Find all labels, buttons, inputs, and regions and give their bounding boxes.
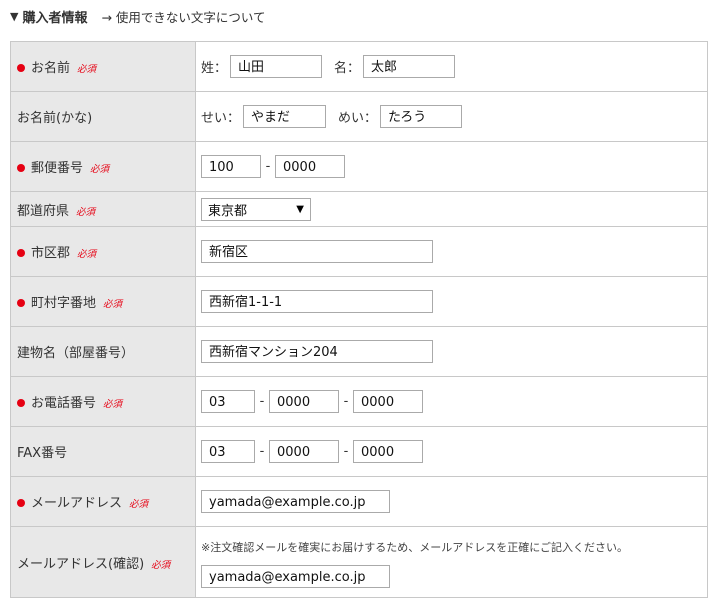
label-email: メールアドレス: [31, 496, 123, 511]
row-city: 市区郡 必須 新宿区: [10, 226, 708, 277]
label-cell-town: 町村字番地 必須: [10, 276, 196, 327]
phone-separator: -: [259, 394, 265, 409]
required-badge: 必須: [77, 64, 97, 75]
row-phone: お電話番号 必須 03-0000-0000: [10, 376, 708, 427]
fax-separator: -: [259, 444, 265, 459]
value-cell-prefecture: 東京都 ▼: [195, 191, 708, 227]
required-badge: 必須: [90, 164, 110, 175]
label-cell-fax: FAX番号: [10, 426, 196, 477]
phone-part2-input[interactable]: 0000: [269, 390, 339, 413]
row-name: お名前 必須 姓： 山田 名： 太郎: [10, 41, 708, 92]
required-badge: 必須: [103, 299, 123, 310]
label-building: 建物名（部屋番号）: [17, 346, 135, 361]
purchaser-form-table: お名前 必須 姓： 山田 名： 太郎 お名前(かな) せい： やまだ めい： たろう 郵便番号…: [10, 41, 708, 598]
prefecture-select[interactable]: 東京都 ▼: [201, 197, 311, 221]
required-dot-icon: [17, 398, 25, 407]
value-cell-phone: 03-0000-0000: [195, 376, 708, 427]
section-title: 購入者情報: [22, 10, 88, 26]
mei-prefix: 名：: [334, 61, 361, 76]
required-badge: 必須: [151, 559, 171, 571]
row-email: メールアドレス 必須 yamada@example.co.jp: [10, 476, 708, 527]
postal-code-part2-input[interactable]: 0000: [275, 155, 345, 178]
value-cell-email-confirm: ※注文確認メールを確実にお届けするため、メールアドレスを正確にご記入ください。 …: [195, 526, 708, 598]
label-cell-kana: お名前(かな): [10, 91, 196, 142]
label-kana: お名前(かな): [17, 111, 93, 126]
first-name-kana-input[interactable]: たろう: [380, 105, 463, 128]
label-prefecture: 都道府県: [17, 203, 70, 219]
value-cell-name: 姓： 山田 名： 太郎: [195, 41, 708, 92]
required-dot-icon: [17, 63, 25, 72]
row-fax: FAX番号 03-0000-0000: [10, 426, 708, 477]
label-cell-name: お名前 必須: [10, 41, 196, 92]
email-confirm-input[interactable]: yamada@example.co.jp: [201, 565, 390, 588]
section-header: ▼ 購入者情報 → 使用できない文字について: [10, 6, 266, 26]
row-prefecture: 都道府県 必須 東京都 ▼: [10, 191, 708, 227]
required-dot-icon: [17, 498, 25, 507]
row-town: 町村字番地 必須 西新宿1-1-1: [10, 276, 708, 327]
first-name-input[interactable]: 太郎: [363, 55, 456, 78]
sei-prefix: 姓：: [201, 61, 228, 76]
row-email-confirm: メールアドレス(確認) 必須 ※注文確認メールを確実にお届けするため、メールアドレ…: [10, 526, 708, 598]
prefecture-selected-value: 東京都: [208, 203, 248, 219]
value-cell-fax: 03-0000-0000: [195, 426, 708, 477]
row-kana: お名前(かな) せい： やまだ めい： たろう: [10, 91, 708, 142]
label-cell-postal: 郵便番号 必須: [10, 141, 196, 192]
last-name-input[interactable]: 山田: [230, 55, 323, 78]
value-cell-town: 西新宿1-1-1: [195, 276, 708, 327]
dropdown-arrow-icon: ▼: [296, 203, 304, 215]
fax-part3-input[interactable]: 0000: [353, 440, 423, 463]
value-cell-building: 西新宿マンション204: [195, 326, 708, 377]
last-name-kana-input[interactable]: やまだ: [243, 105, 327, 128]
required-dot-icon: [17, 163, 25, 172]
email-input[interactable]: yamada@example.co.jp: [201, 490, 390, 513]
required-badge: 必須: [129, 499, 149, 510]
value-cell-city: 新宿区: [195, 226, 708, 277]
label-email-confirm: メールアドレス(確認): [17, 556, 145, 572]
label-cell-prefecture: 都道府県 必須: [10, 191, 196, 227]
value-cell-email: yamada@example.co.jp: [195, 476, 708, 527]
building-input[interactable]: 西新宿マンション204: [201, 340, 433, 363]
sei-kana-prefix: せい：: [201, 111, 241, 126]
triangle-down-icon: ▼: [10, 9, 19, 23]
postal-separator: -: [265, 159, 271, 174]
fax-part2-input[interactable]: 0000: [269, 440, 339, 463]
label-town: 町村字番地: [31, 296, 97, 311]
phone-separator: -: [343, 394, 349, 409]
postal-code-part1-input[interactable]: 100: [201, 155, 261, 178]
row-building: 建物名（部屋番号） 西新宿マンション204: [10, 326, 708, 377]
label-fax: FAX番号: [17, 446, 68, 461]
row-postal: 郵便番号 必須 100-0000: [10, 141, 708, 192]
label-postal: 郵便番号: [31, 161, 84, 176]
required-badge: 必須: [76, 206, 96, 218]
required-dot-icon: [17, 248, 25, 257]
required-dot-icon: [17, 298, 25, 307]
fax-part1-input[interactable]: 03: [201, 440, 255, 463]
street-address-input[interactable]: 西新宿1-1-1: [201, 290, 433, 313]
email-confirm-note: ※注文確認メールを確実にお届けするため、メールアドレスを正確にご記入ください。: [201, 541, 628, 554]
label-cell-city: 市区郡 必須: [10, 226, 196, 277]
mei-kana-prefix: めい：: [338, 111, 378, 126]
label-city: 市区郡: [31, 246, 71, 261]
phone-part1-input[interactable]: 03: [201, 390, 255, 413]
city-input[interactable]: 新宿区: [201, 240, 433, 263]
value-cell-kana: せい： やまだ めい： たろう: [195, 91, 708, 142]
label-name: お名前: [31, 61, 71, 76]
unusable-characters-link[interactable]: → 使用できない文字について: [101, 7, 265, 26]
label-cell-email-confirm: メールアドレス(確認) 必須: [10, 526, 196, 598]
required-badge: 必須: [103, 399, 123, 410]
phone-part3-input[interactable]: 0000: [353, 390, 423, 413]
fax-separator: -: [343, 444, 349, 459]
label-phone: お電話番号: [31, 396, 97, 411]
label-cell-building: 建物名（部屋番号）: [10, 326, 196, 377]
label-cell-email: メールアドレス 必須: [10, 476, 196, 527]
label-cell-phone: お電話番号 必須: [10, 376, 196, 427]
value-cell-postal: 100-0000: [195, 141, 708, 192]
required-badge: 必須: [77, 249, 97, 260]
